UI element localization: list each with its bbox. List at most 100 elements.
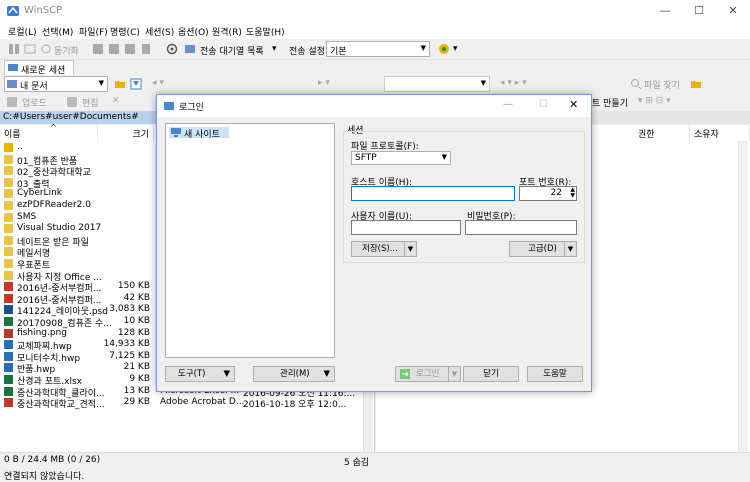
column-size[interactable]: 크기 [98,125,154,141]
spin-arrows-icon[interactable]: ▲ ▼ [570,187,575,199]
hwp-icon [4,363,13,373]
column-owner[interactable]: 소유자 [690,125,750,141]
folder-icon [4,166,13,176]
bookmark-icon[interactable] [140,43,152,55]
documents-icon [7,80,17,88]
menu-bar: 로컬(L) 선택(M) 파일(F) 명령(C) 세션(S) 옵션(O) 원격(R… [0,22,750,39]
transfer-settings-combo[interactable]: 기본 ▼ [326,41,430,57]
file-size: 13 KB [123,385,150,396]
preferences-icon[interactable] [166,43,178,55]
chevron-down-icon[interactable]: ▼ [564,242,576,256]
compare-icon[interactable] [8,43,20,55]
local-location-combo[interactable]: 내 문서 ▼ [4,76,108,92]
folder-icon [4,247,13,257]
file-name: SMS [17,211,37,222]
delete-icon[interactable]: ✕ [112,96,120,106]
save-button[interactable]: 저장(S)... ▼ [351,241,417,257]
pdf-icon [4,293,13,303]
find-files-icon[interactable] [124,43,136,55]
search-icon[interactable] [630,78,642,90]
console-icon[interactable] [92,43,104,55]
maximize-button[interactable]: ☐ [682,0,716,22]
table-row[interactable]: 중산과학대학교_견적... 29 KB Adobe Acrobat D... 2016… [0,397,362,411]
menu-command[interactable]: 명령(C) [110,25,140,38]
menu-help[interactable]: 도움말(H) [246,25,285,38]
file-name: 중산과학대학교_견적... [17,400,105,411]
protocol-select[interactable]: SFTP ▼ [351,151,451,165]
chevron-down-icon: ▼ [323,369,330,379]
queue-dropdown-icon[interactable]: ▾ [272,44,277,54]
port-value: 22 [550,188,562,198]
file-size: 7,125 KB [109,350,150,361]
site-item-new[interactable]: 새 사이트 [169,127,229,140]
sync-browse-icon[interactable] [24,43,36,55]
menu-file[interactable]: 파일(F) [79,25,108,38]
edit-icon[interactable] [66,96,78,108]
column-rights[interactable]: 권한 [634,125,690,141]
host-input[interactable] [351,186,515,201]
menu-remote[interactable]: 원격(R) [212,25,242,38]
file-size: 9 KB [129,374,150,384]
menu-local[interactable]: 로컬(L) [8,25,37,38]
remote-back-icon[interactable]: ◂ ▾ ▸ ▾ [500,78,527,88]
global-options-icon[interactable] [438,43,450,55]
manage-button[interactable]: 관리(M) ▼ [253,366,335,382]
edit-button[interactable]: 편집 [82,96,99,109]
port-stepper[interactable]: 22 ▲ ▼ [519,186,577,201]
login-button[interactable]: 로그인 ▼ [395,366,461,382]
queue-combo[interactable]: 전송 대기열 목록 [200,44,264,57]
local-address-toolbar: 내 문서 ▼ ◂ ▾ ▸ ▾ [0,75,375,93]
dialog-minimize-button[interactable]: — [503,99,513,110]
chevron-down-icon[interactable]: ▼ [404,242,416,256]
create-directory-button[interactable]: 트 만들기 [592,96,628,109]
site-tree[interactable]: 새 사이트 [165,123,335,358]
xls-icon [4,386,13,396]
window-title: WinSCP [24,5,63,16]
file-date: 2016-10-18 오후 12:0... [243,400,347,411]
options-dropdown-icon[interactable]: ▾ [453,44,458,54]
sort-asc-icon: ^ [50,123,57,132]
tools-button[interactable]: 도구(T) ▼ [165,366,235,382]
minimize-button[interactable]: — [648,0,682,22]
password-input[interactable] [465,220,577,235]
menu-session[interactable]: 세션(S) [145,25,174,38]
close-button[interactable]: 닫기 [463,366,519,382]
user-input[interactable] [351,220,461,235]
dialog-titlebar: 로그인 — ☐ ✕ [157,95,591,117]
queue-icon[interactable] [184,43,196,55]
folder-icon [4,177,13,187]
upload-button[interactable]: 업로드 [22,96,47,109]
forward-icon[interactable]: ▸ ▾ [318,78,330,88]
advanced-button[interactable]: 고급(D) ▼ [509,241,577,257]
sync-label[interactable]: 동기화 [54,44,79,57]
dialog-maximize-button[interactable]: ☐ [539,99,548,110]
column-name[interactable]: 이름 ^ [0,123,98,141]
dialog-close-button[interactable]: ✕ [569,98,578,111]
menu-select[interactable]: 선택(M) [42,25,73,38]
file-type: Adobe Acrobat D... [160,397,245,408]
terminal-icon[interactable] [108,43,120,55]
close-window-button[interactable]: ✕ [716,0,750,22]
remote-location-combo[interactable]: ▼ [384,76,490,92]
remote-actions-icon[interactable]: ▾ ⊞ ⊟ ▾ [638,96,671,106]
window-titlebar: WinSCP — ☐ ✕ [0,0,750,22]
filter-icon[interactable] [130,78,142,90]
tab-new-session[interactable]: 새로운 세션 [4,60,74,76]
file-name: CyberLink [17,188,62,199]
file-name: fishing.png [17,327,67,338]
chevron-down-icon[interactable]: ▼ [448,367,460,381]
chevron-down-icon: ▼ [420,44,426,52]
file-size: 29 KB [123,397,150,408]
chevron-down-icon: ▼ [98,79,104,87]
back-icon[interactable]: ◂ ▾ [152,78,164,88]
sync-icon[interactable] [40,43,52,55]
upload-icon[interactable] [6,96,18,108]
menu-options[interactable]: 옵션(O) [178,25,209,38]
remote-folder-icon[interactable] [690,78,702,90]
help-button[interactable]: 도움말 [527,366,583,382]
open-folder-icon[interactable] [114,78,126,90]
file-size: 42 KB [123,292,150,303]
find-files-button[interactable]: 파일 찾기 [644,78,680,91]
folder-icon [4,154,13,164]
remote-scrollbar[interactable] [738,141,748,452]
